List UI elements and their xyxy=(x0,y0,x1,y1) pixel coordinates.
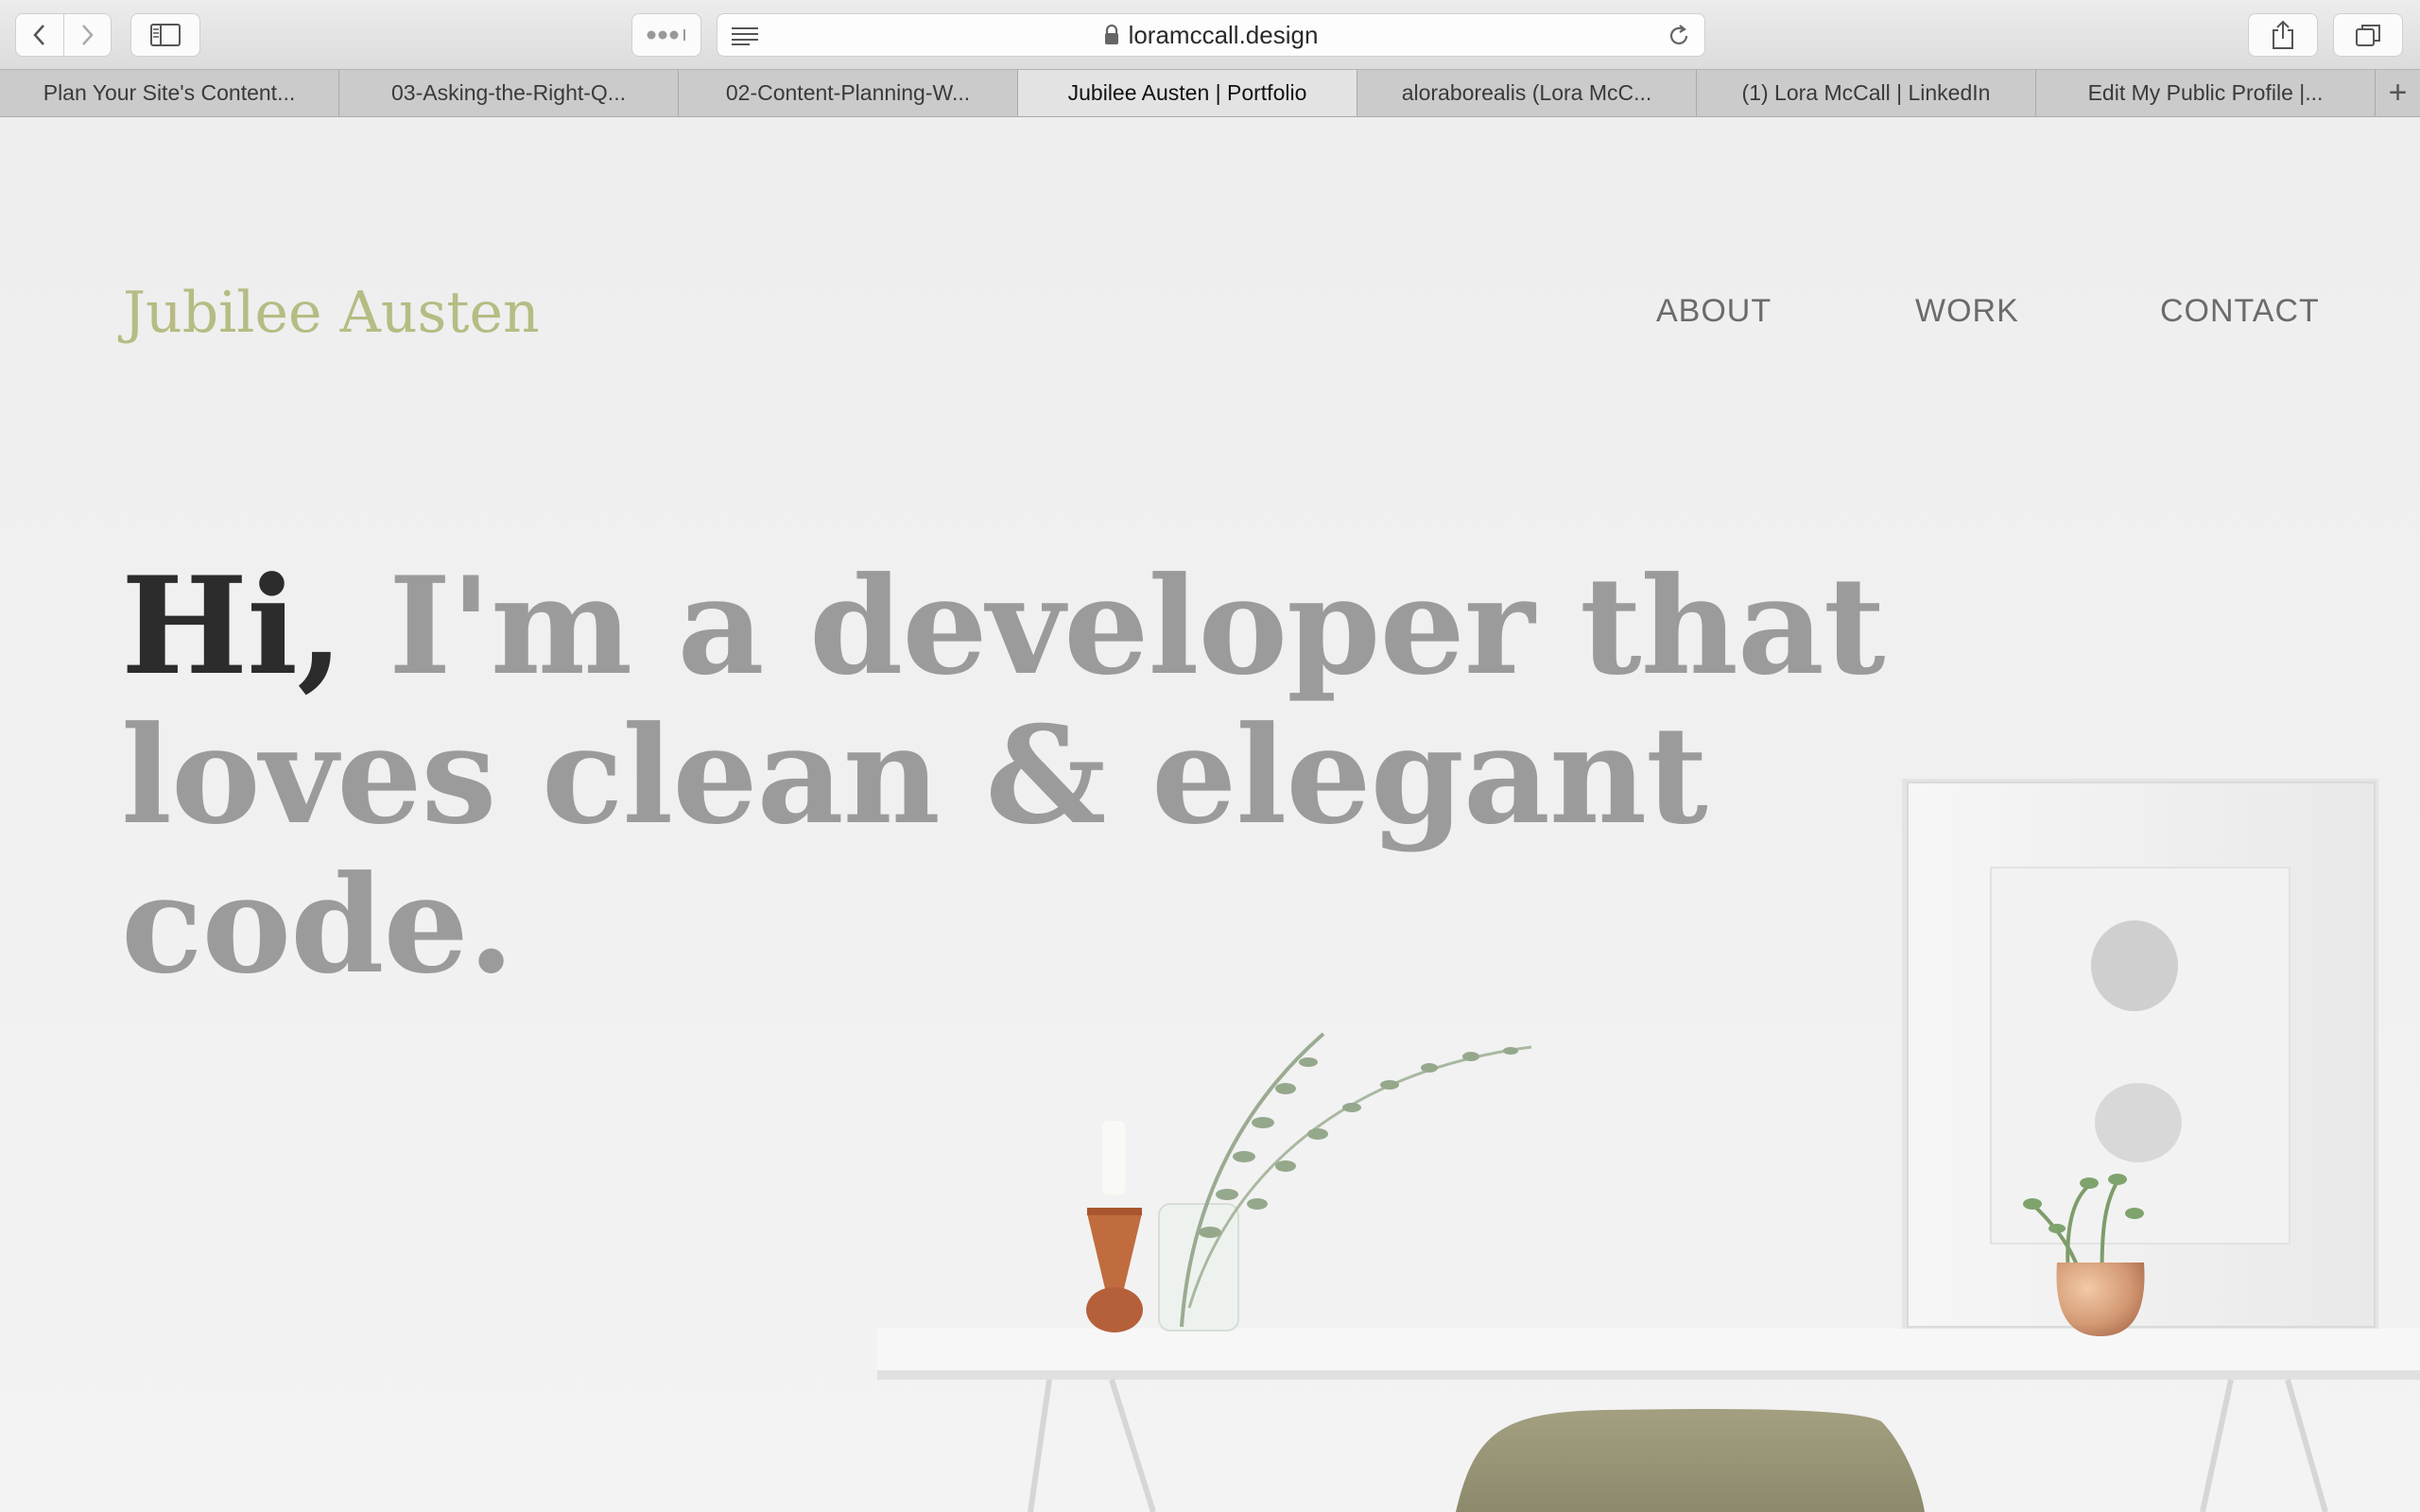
browser-toolbar: loramccall.design xyxy=(0,0,2420,69)
tab-label: Plan Your Site's Content... xyxy=(43,80,296,105)
tab-content-planning[interactable]: 02-Content-Planning-W... xyxy=(679,70,1018,116)
tabs-overview-icon xyxy=(2356,25,2380,46)
more-dots-icon xyxy=(647,29,685,41)
tab-label: Jubilee Austen | Portfolio xyxy=(1067,80,1307,105)
hero-line2: loves clean & elegant code. xyxy=(121,697,1708,1004)
site-nav: ABOUT WORK CONTACT xyxy=(0,293,2420,340)
forward-button[interactable] xyxy=(62,14,112,56)
reload-icon[interactable] xyxy=(1667,24,1691,48)
tab-plan-your-site[interactable]: Plan Your Site's Content... xyxy=(0,70,339,116)
share-icon xyxy=(2273,20,2293,49)
tab-bar: Plan Your Site's Content... 03-Asking-th… xyxy=(0,69,2420,117)
address-display: loramccall.design xyxy=(717,14,1704,56)
sidebar-button[interactable] xyxy=(130,13,200,57)
tab-portfolio-active[interactable]: Jubilee Austen | Portfolio xyxy=(1018,70,1357,116)
nav-link-work[interactable]: WORK xyxy=(1915,293,2019,330)
plus-icon: + xyxy=(2388,75,2408,111)
tab-label: 03-Asking-the-Right-Q... xyxy=(391,80,626,105)
tab-label: aloraborealis (Lora McC... xyxy=(1401,80,1652,105)
picture-frame xyxy=(1902,779,2378,1332)
chevron-left-icon xyxy=(33,25,44,45)
tab-edit-public-profile[interactable]: Edit My Public Profile |... xyxy=(2036,70,2376,116)
nav-link-about[interactable]: ABOUT xyxy=(1656,293,1772,330)
tab-label: Edit My Public Profile |... xyxy=(2087,80,2324,105)
hero-greeting: Hi, xyxy=(121,548,344,705)
url-text: loramccall.design xyxy=(1128,20,1319,49)
web-page: Jubilee Austen ABOUT WORK CONTACT Hi, I'… xyxy=(0,117,2420,1512)
tabs-overview-button[interactable] xyxy=(2333,13,2403,57)
tab-label: 02-Content-Planning-W... xyxy=(725,80,971,105)
nav-link-contact[interactable]: CONTACT xyxy=(2160,293,2320,330)
back-button[interactable] xyxy=(16,14,63,56)
tab-aloraborealis[interactable]: aloraborealis (Lora McC... xyxy=(1357,70,1697,116)
chevron-right-icon xyxy=(82,25,94,45)
address-bar[interactable]: loramccall.design xyxy=(717,13,1705,57)
more-button[interactable] xyxy=(631,13,701,57)
chair xyxy=(1456,1409,1925,1512)
navigation-buttons xyxy=(15,13,112,57)
tab-label: (1) Lora McCall | LinkedIn xyxy=(1741,80,1991,105)
new-tab-button[interactable]: + xyxy=(2376,70,2420,116)
hero-line1: I'm a developer that xyxy=(342,548,1886,705)
share-button[interactable] xyxy=(2248,13,2318,57)
sidebar-icon xyxy=(150,24,181,46)
tab-asking-right-questions[interactable]: 03-Asking-the-Right-Q... xyxy=(339,70,679,116)
hero-heading: Hi, I'm a developer that loves clean & e… xyxy=(121,552,1917,1000)
tab-linkedin[interactable]: (1) Lora McCall | LinkedIn xyxy=(1697,70,2036,116)
lock-icon xyxy=(1104,25,1118,44)
